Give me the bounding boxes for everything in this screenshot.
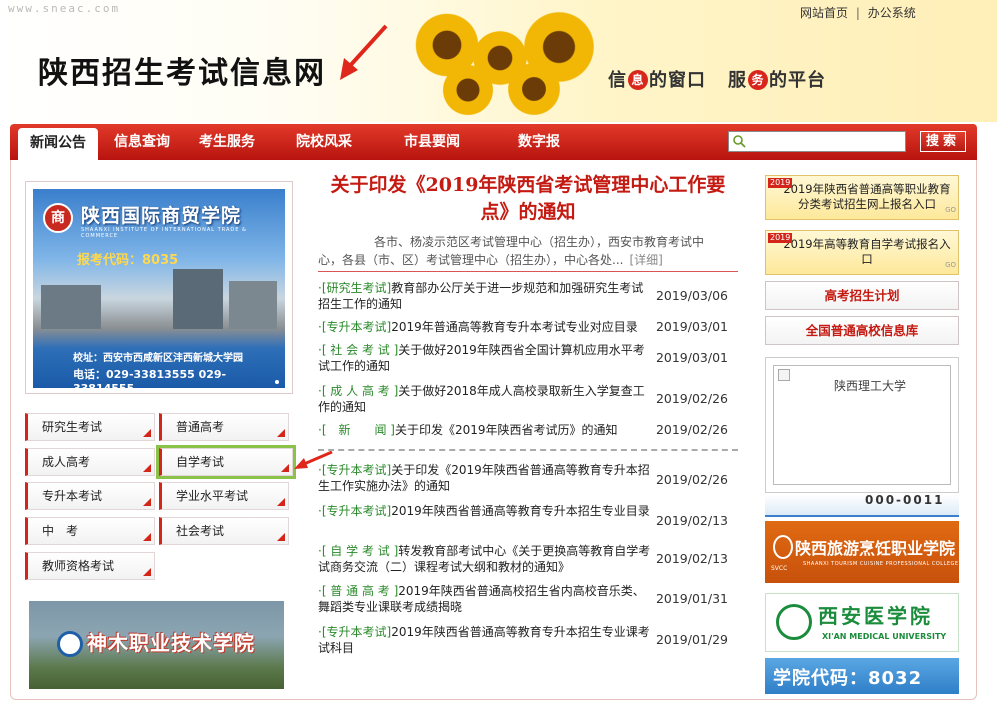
search-input[interactable]	[728, 131, 906, 152]
tab-news[interactable]: 新闻公告	[18, 128, 98, 160]
ad-strip[interactable]: 000-0011	[765, 493, 959, 517]
university-image-panel[interactable]: 陕西理工大学	[765, 357, 959, 493]
news-item[interactable]: ·[ 自 学 考 试 ]转发教育部考试中心《关于更换高等教育自学考试商务交流（二…	[318, 543, 738, 575]
divider	[318, 271, 738, 272]
ad-college-code[interactable]: 学院代码：8032	[765, 658, 959, 694]
news-item[interactable]: ·[研究生考试]教育部办公厅关于进一步规范和加强研究生考试招生工作的通知 201…	[318, 280, 738, 312]
sunflower-decoration	[440, 62, 496, 118]
news-date: 2019/03/01	[655, 319, 728, 334]
building-shape	[229, 281, 277, 329]
vocational-registration-entry[interactable]: 2019 2019年陕西省普通高等职业教育分类考试招生网上报名入口 GO	[765, 175, 959, 220]
self-study-registration-entry[interactable]: 2019 2019年高等教育自学考试报名入口 GO	[765, 230, 959, 275]
news-item[interactable]: ·[ 成 人 高 考 ]关于做好2018年成人高校录取新生入学复查工作的通知 2…	[318, 383, 738, 415]
year-badge: 2019	[768, 233, 793, 243]
sunflower-decoration	[505, 60, 563, 118]
headline-title[interactable]: 关于印发《2019年陕西省考试管理中心工作要点》的通知	[318, 172, 738, 226]
slogan: 信息的窗口服务的平台	[608, 70, 826, 91]
college-logo-icon	[773, 535, 793, 559]
news-date: 2019/03/01	[655, 350, 728, 365]
broken-image: 陕西理工大学	[773, 365, 951, 485]
medical-logo-icon	[776, 604, 812, 640]
category-upgrade-exam[interactable]: 专升本考试	[25, 482, 155, 510]
promo2-school-name: 神木职业技术学院	[87, 631, 255, 655]
tab-digital-paper[interactable]: 数字报	[518, 124, 560, 160]
gaokao-plan-link[interactable]: 高考招生计划	[765, 281, 959, 310]
news-item[interactable]: ·[ 普 通 高 考 ]2019年陕西省普通高校招生省内高校音乐类、舞蹈类专业课…	[318, 583, 738, 615]
office-system-link[interactable]: 办公系统	[868, 6, 916, 20]
go-icon: GO	[945, 206, 956, 214]
news-item[interactable]: ·[专升本考试]2019年陕西省普通高等教育专升本招生专业目录 2019/02/…	[318, 503, 738, 528]
image-alt-text: 陕西理工大学	[834, 379, 907, 393]
broken-image-icon	[778, 369, 790, 381]
ad-medical-university[interactable]: 西安医学院 XI'AN MEDICAL UNIVERSITY	[765, 593, 959, 652]
domain-watermark: www.sneac.com	[8, 2, 121, 15]
building-shape	[173, 269, 223, 329]
category-gaokao[interactable]: 普通高考	[159, 413, 289, 441]
headline-summary: 各市、杨凌示范区考试管理中心（招生办），西安市教育考试中心，各县（市、区）考试管…	[318, 235, 705, 267]
promo-school-en: SHAANXI INSTITUTE OF INTERNATIONAL TRADE…	[81, 227, 247, 239]
promo-school-name: 陕西国际商贸学院	[81, 205, 242, 227]
promo-banner-left-2[interactable]: 神木职业技术学院	[29, 601, 284, 689]
annotation-arrow-icon	[340, 24, 388, 80]
news-date: 2019/02/13	[655, 513, 728, 528]
site-header: www.sneac.com 网站首页 | 办公系统 陕西招生考试信息网 信息的窗…	[0, 0, 997, 122]
promo-image: 商 陕西国际商贸学院 SHAANXI INSTITUTE OF INTERNAT…	[33, 189, 285, 388]
go-icon: GO	[945, 261, 956, 269]
top-links: 网站首页 | 办公系统	[800, 4, 916, 21]
category-adult-exam[interactable]: 成人高考	[25, 448, 155, 476]
tab-student-service[interactable]: 考生服务	[199, 124, 255, 160]
promo-tel: 电话：029-33813555 029-33814555	[73, 368, 227, 388]
news-date: 2019/02/26	[655, 472, 728, 487]
news-item[interactable]: ·[专升本考试]关于印发《2019年陕西省普通高等教育专升本招生工作实施办法》的…	[318, 462, 738, 494]
school-logo-icon	[57, 631, 83, 657]
category-social-exam[interactable]: 社会考试	[159, 517, 289, 545]
building-shape	[41, 285, 101, 329]
news-item[interactable]: ·[专升本考试]2019年普通高等教育专升本考试专业对应目录 2019/03/0…	[318, 319, 738, 335]
ad-tourism-college[interactable]: 陕西旅游烹饪职业学院 SHAANXI TOURISM CUISINE PROFE…	[765, 521, 959, 583]
main-nav: 新闻公告 信息查询 考生服务 院校风采 市县要闻 数字报 搜索	[10, 124, 977, 160]
news-date: 2019/03/06	[655, 288, 728, 303]
news-date: 2019/01/29	[655, 632, 728, 647]
promo-banner-left[interactable]: 商 陕西国际商贸学院 SHAANXI INSTITUTE OF INTERNAT…	[25, 181, 293, 394]
category-zhongkao[interactable]: 中 考	[25, 517, 155, 545]
carousel-dot[interactable]	[275, 380, 279, 384]
ad1-logo-text: SVCC	[771, 565, 788, 572]
year-badge: 2019	[768, 178, 793, 188]
promo-code: 报考代码：8035	[77, 253, 179, 268]
toplink-separator: |	[855, 6, 860, 20]
news-date: 2019/01/31	[655, 591, 728, 606]
category-graduate-exam[interactable]: 研究生考试	[25, 413, 155, 441]
news-item[interactable]: ·[专升本考试]2019年陕西省普通高等教育专升本招生专业课考试科目 2019/…	[318, 624, 738, 656]
tab-city-news[interactable]: 市县要闻	[404, 124, 460, 160]
news-date: 2019/02/26	[655, 391, 728, 406]
dashed-divider	[318, 449, 738, 451]
search-button[interactable]: 搜索	[920, 131, 966, 152]
category-self-study-exam[interactable]: 自学考试	[156, 445, 296, 479]
search-icon	[733, 135, 746, 148]
promo-address: 校址：西安市西咸新区沣西新城大学园	[73, 353, 243, 364]
news-date: 2019/02/26	[655, 422, 728, 437]
home-link[interactable]: 网站首页	[800, 6, 848, 20]
news-date: 2019/02/13	[655, 551, 728, 566]
tab-college-showcase[interactable]: 院校风采	[296, 124, 352, 160]
news-item[interactable]: ·[ 新 闻 ]关于印发《2019年陕西省考试历》的通知 2019/02/26	[318, 422, 738, 438]
school-seal-icon: 商	[43, 203, 73, 233]
category-teacher-qualification[interactable]: 教师资格考试	[25, 552, 155, 580]
detail-link[interactable]: [详细]	[629, 253, 662, 267]
college-database-link[interactable]: 全国普通高校信息库	[765, 316, 959, 345]
category-academic-level-exam[interactable]: 学业水平考试	[159, 482, 289, 510]
tab-info-query[interactable]: 信息查询	[114, 124, 170, 160]
news-item[interactable]: ·[ 社 会 考 试 ]关于做好2019年陕西省全国计算机应用水平考试工作的通知…	[318, 342, 738, 374]
site-title[interactable]: 陕西招生考试信息网	[38, 48, 326, 92]
